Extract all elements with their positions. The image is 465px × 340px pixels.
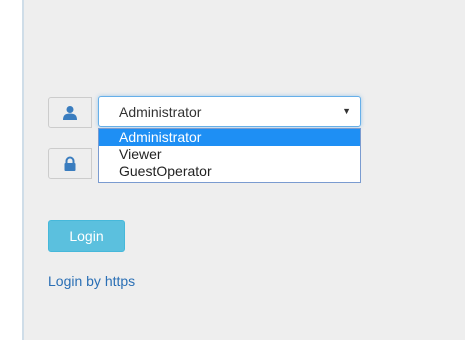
user-option-guestoperator[interactable]: GuestOperator xyxy=(99,163,360,180)
login-button[interactable]: Login xyxy=(48,220,125,252)
user-option-viewer[interactable]: Viewer xyxy=(99,146,360,163)
user-option-administrator[interactable]: Administrator xyxy=(99,129,360,146)
user-input-addon xyxy=(48,97,92,128)
user-select-dropdown[interactable]: Administrator Viewer GuestOperator xyxy=(98,128,361,183)
user-select-value: Administrator xyxy=(119,104,202,120)
user-select[interactable]: Administrator ▼ xyxy=(98,96,361,127)
user-icon xyxy=(63,106,77,120)
lock-icon xyxy=(64,156,76,171)
password-input-addon xyxy=(48,148,92,179)
login-https-link[interactable]: Login by https xyxy=(48,273,135,289)
caret-down-icon[interactable]: ▼ xyxy=(342,106,351,116)
